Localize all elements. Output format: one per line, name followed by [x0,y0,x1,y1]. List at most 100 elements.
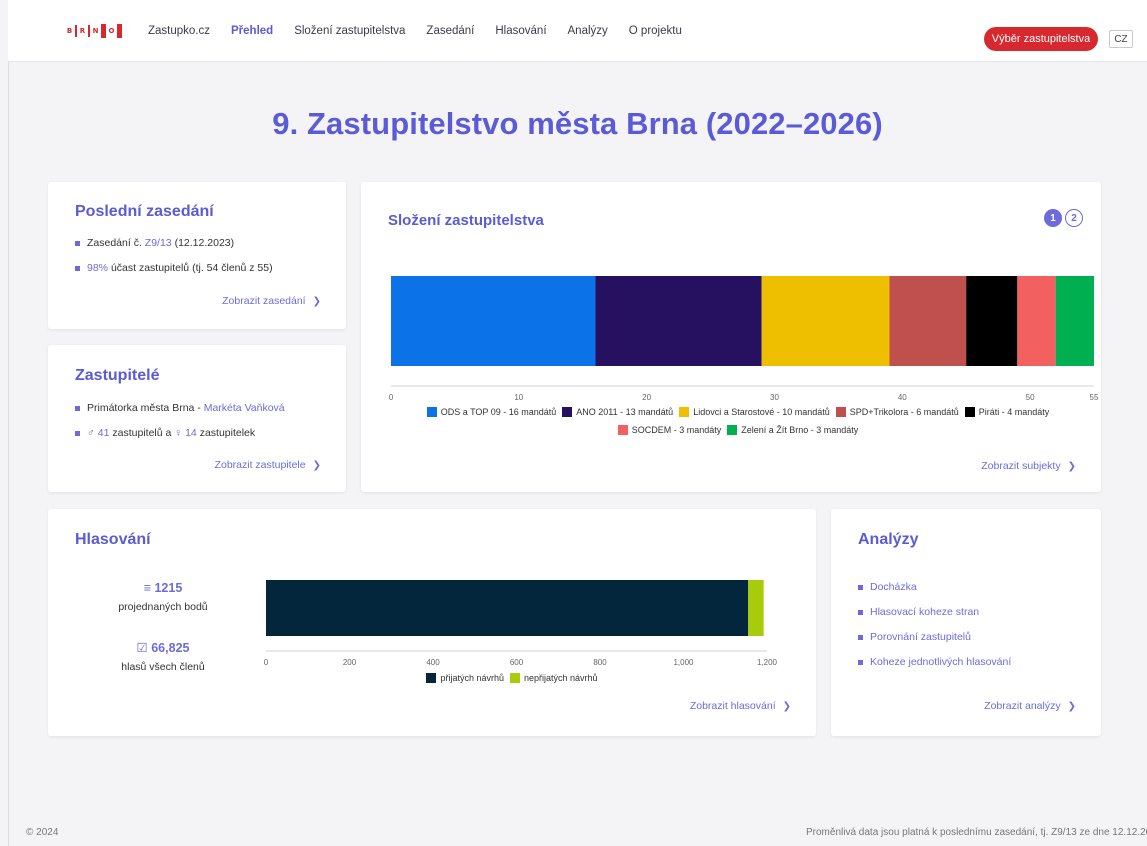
logo-letter: B [66,27,73,35]
bullet-icon [75,406,80,411]
nav-link-hlasovani[interactable]: Hlasování [495,25,546,37]
bar-segment[interactable] [595,276,762,366]
mayor-link[interactable]: Markéta Vaňková [204,402,285,414]
nav-link-o-projektu[interactable]: O projektu [629,25,682,37]
show-analyses-link[interactable]: Zobrazit analýzy ❯ [984,700,1076,712]
nav-link-zasedani[interactable]: Zasedání [426,25,474,37]
legend-item[interactable]: ODS a TOP 09 - 16 mandátů [426,404,557,420]
analysis-link-koheze-hlasovani[interactable]: Koheze jednotlivých hlasování [870,656,1011,668]
show-votes-link[interactable]: Zobrazit hlasování ❯ [690,700,791,712]
data-validity-note: Proměnlivá data jsou platná k poslednímu… [806,827,1147,838]
bar-segment[interactable] [966,276,1018,366]
legend-label: Zelení a Žít Brno - 3 mandáty [741,425,859,435]
nav-link-zastupko[interactable]: Zastupko.cz [148,25,210,37]
pager-page-1[interactable]: 1 [1044,209,1062,227]
bar-segment[interactable] [1017,276,1056,366]
list-item: Porovnání zastupitelů [858,625,1011,650]
bullet-icon [858,585,863,590]
x-tick-label: 400 [426,658,440,667]
legend-label: ODS a TOP 09 - 16 mandátů [440,407,557,417]
x-tick-label: 30 [770,393,779,402]
pager-page-2[interactable]: 2 [1065,209,1083,227]
x-tick-label: 40 [898,393,907,402]
points-value: ≡ 1215 [88,581,238,595]
x-tick-label: 0 [389,393,394,402]
show-parties-link[interactable]: Zobrazit subjekty ❯ [981,460,1076,472]
page-title: 9. Zastupitelstvo města Brna (2022–2026) [272,106,883,141]
logo-divider [117,24,122,38]
chart-pager: 1 2 [1044,209,1083,227]
analysis-link-porovnani[interactable]: Porovnání zastupitelů [870,631,971,643]
analysis-link-koheze-stran[interactable]: Hlasovací koheze stran [870,606,979,618]
list-item: Docházka [858,575,1011,600]
votes-label: hlasů všech členů [121,661,205,673]
nav-link-prehled[interactable]: Přehled [231,25,273,37]
male-count-link[interactable]: 41 [98,427,110,439]
composition-card: Složení zastupitelstva 1 2 0 10 20 30 40 50 55… [361,182,1101,492]
checkbox-icon: ☑ [136,641,148,655]
legend-swatch [679,407,690,417]
card-title: Analýzy [858,531,919,548]
legend-item[interactable]: nepřijatých návrhů [510,673,598,683]
legend-item[interactable]: SPD+Trikolora - 6 mandátů [835,404,959,420]
logo-letter: N [92,27,99,35]
x-tick-label: 10 [514,393,523,402]
list-item: Hlasovací koheze stran [858,600,1011,625]
link-label: Zobrazit subjekty [981,460,1061,472]
chevron-right-icon: ❯ [1067,701,1076,712]
bar-segment[interactable] [748,580,764,636]
bullet-icon [858,635,863,640]
nav-link-slozeni[interactable]: Složení zastupitelstva [294,25,405,37]
card-title: Zastupitelé [75,367,160,384]
votes-value: ☑ 66,825 [88,640,238,655]
points-label: projednaných bodů [118,601,208,613]
bullet-icon [75,266,80,271]
legend-item[interactable]: ANO 2011 - 13 mandátů [562,404,673,420]
bar-segment[interactable] [889,276,967,366]
list-item: 98% účast zastupitelů (tj. 54 členů z 55… [75,256,273,281]
bullet-icon [75,431,80,436]
language-button[interactable]: CZ [1109,30,1133,48]
chevron-right-icon: ❯ [782,701,791,712]
x-tick-label: 50 [1026,393,1035,402]
attendance-link[interactable]: 98% [87,262,108,274]
brno-logo[interactable]: B R N O [64,24,122,38]
analyses-card: Analýzy Docházka Hlasovací koheze stran … [831,509,1101,736]
nav-link-analyzy[interactable]: Analýzy [568,25,608,37]
show-sessions-link[interactable]: Zobrazit zasedání ❯ [222,295,321,307]
legend-swatch [835,407,846,417]
bar-segment[interactable] [391,276,596,366]
bar-segment[interactable] [1055,276,1094,366]
points-stat: ≡ 1215 projednaných bodů [88,581,238,613]
legend-swatch [727,425,738,435]
votes-chart: 0 200 400 600 800 1,000 1,200 [264,580,778,667]
legend-item[interactable]: SOCDEM - 3 mandáty [617,422,722,438]
session-link[interactable]: Z9/13 [145,237,172,249]
members-list: Primátorka města Brna - Markéta Vaňková … [75,396,285,446]
link-label: Zobrazit zasedání [222,295,306,307]
link-label: Zobrazit analýzy [984,700,1061,712]
legend-item[interactable]: přijatých návrhů [426,673,504,683]
legend-item[interactable]: Zelení a Žít Brno - 3 mandáty [727,422,858,438]
legend-item[interactable]: Lidovci a Starostové - 10 mandátů [679,404,830,420]
legend-label: přijatých návrhů [440,673,504,683]
bullet-icon [75,241,80,246]
show-members-link[interactable]: Zobrazit zastupitele ❯ [215,459,321,471]
x-tick-label: 600 [510,658,524,667]
logo-letter: R [79,27,86,35]
analysis-link-dochazka[interactable]: Docházka [870,581,917,593]
legend-label: ANO 2011 - 13 mandátů [576,407,674,417]
female-icon: ♀ [174,427,183,439]
chevron-right-icon: ❯ [312,296,321,307]
legend-item[interactable]: Piráti - 4 mandáty [964,404,1049,420]
bar-segment[interactable] [266,580,749,636]
female-count-link[interactable]: 14 [185,427,197,439]
bar-segment[interactable] [761,276,890,366]
legend-label: SOCDEM - 3 mandáty [631,425,722,435]
legend-swatch [964,407,975,417]
copyright: © 2024 [26,827,59,838]
select-council-button[interactable]: Výběr zastupitelstva [984,27,1098,51]
x-tick-label: 55 [1090,393,1099,402]
link-label: Zobrazit hlasování [689,700,776,712]
male-icon: ♂ [87,427,95,439]
